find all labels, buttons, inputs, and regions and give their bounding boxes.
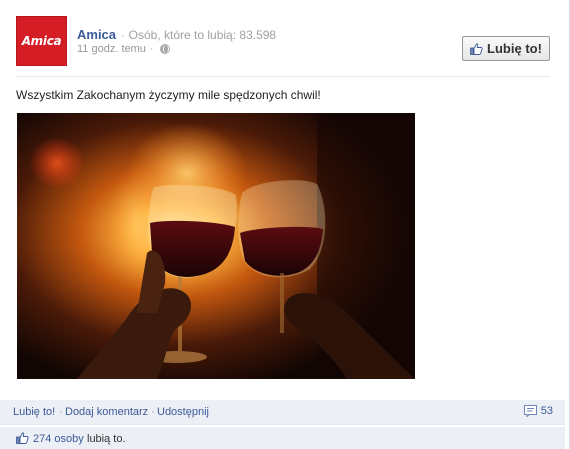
logo-text: Amica [21,34,62,48]
likes-suffix: lubią to. [87,433,126,445]
like-post-link[interactable]: Lubię to! [13,406,55,418]
share-link[interactable]: Udostępnij [157,406,209,418]
thumbs-up-icon [16,432,29,447]
separator-dot: · [151,406,155,418]
likes-summary: 274 osoby lubią to. [0,427,565,449]
header-divider [16,76,550,77]
separator-dot: · [121,30,125,42]
page-avatar[interactable]: Amica [16,16,67,66]
post-timestamp[interactable]: 11 godz. temu [77,43,146,55]
separator-dot: · [59,406,63,418]
thumbs-up-icon [470,42,483,55]
separator-dot: · [149,43,154,55]
page-name-link[interactable]: Amica [77,27,116,42]
likers-link[interactable]: 274 osoby [33,433,84,445]
fans-text: Osób, które to lubią: 83.598 [128,28,277,42]
comment-icon [523,405,537,418]
post-photo[interactable] [17,113,415,379]
comment-count-value: 53 [540,405,553,417]
post-message: Wszystkim Zakochanym życzymy mile spędzo… [16,88,321,102]
like-page-button[interactable]: Lubię to! [462,36,550,61]
add-comment-link[interactable]: Dodaj komentarz [65,406,148,418]
facebook-post: Amica Amica · Osób, które to lubią: 83.59… [0,0,570,449]
comments-count[interactable]: 53 [523,405,553,418]
globe-icon[interactable] [159,44,170,54]
post-meta: 11 godz. temu · [77,43,170,55]
post-actions-bar: Lubię to! · Dodaj komentarz · Udostępnij… [0,400,565,425]
fans-count: · Osób, które to lubią: 83.598 [121,28,276,42]
wine-glasses-image [17,113,415,379]
like-page-label: Lubię to! [487,41,542,56]
